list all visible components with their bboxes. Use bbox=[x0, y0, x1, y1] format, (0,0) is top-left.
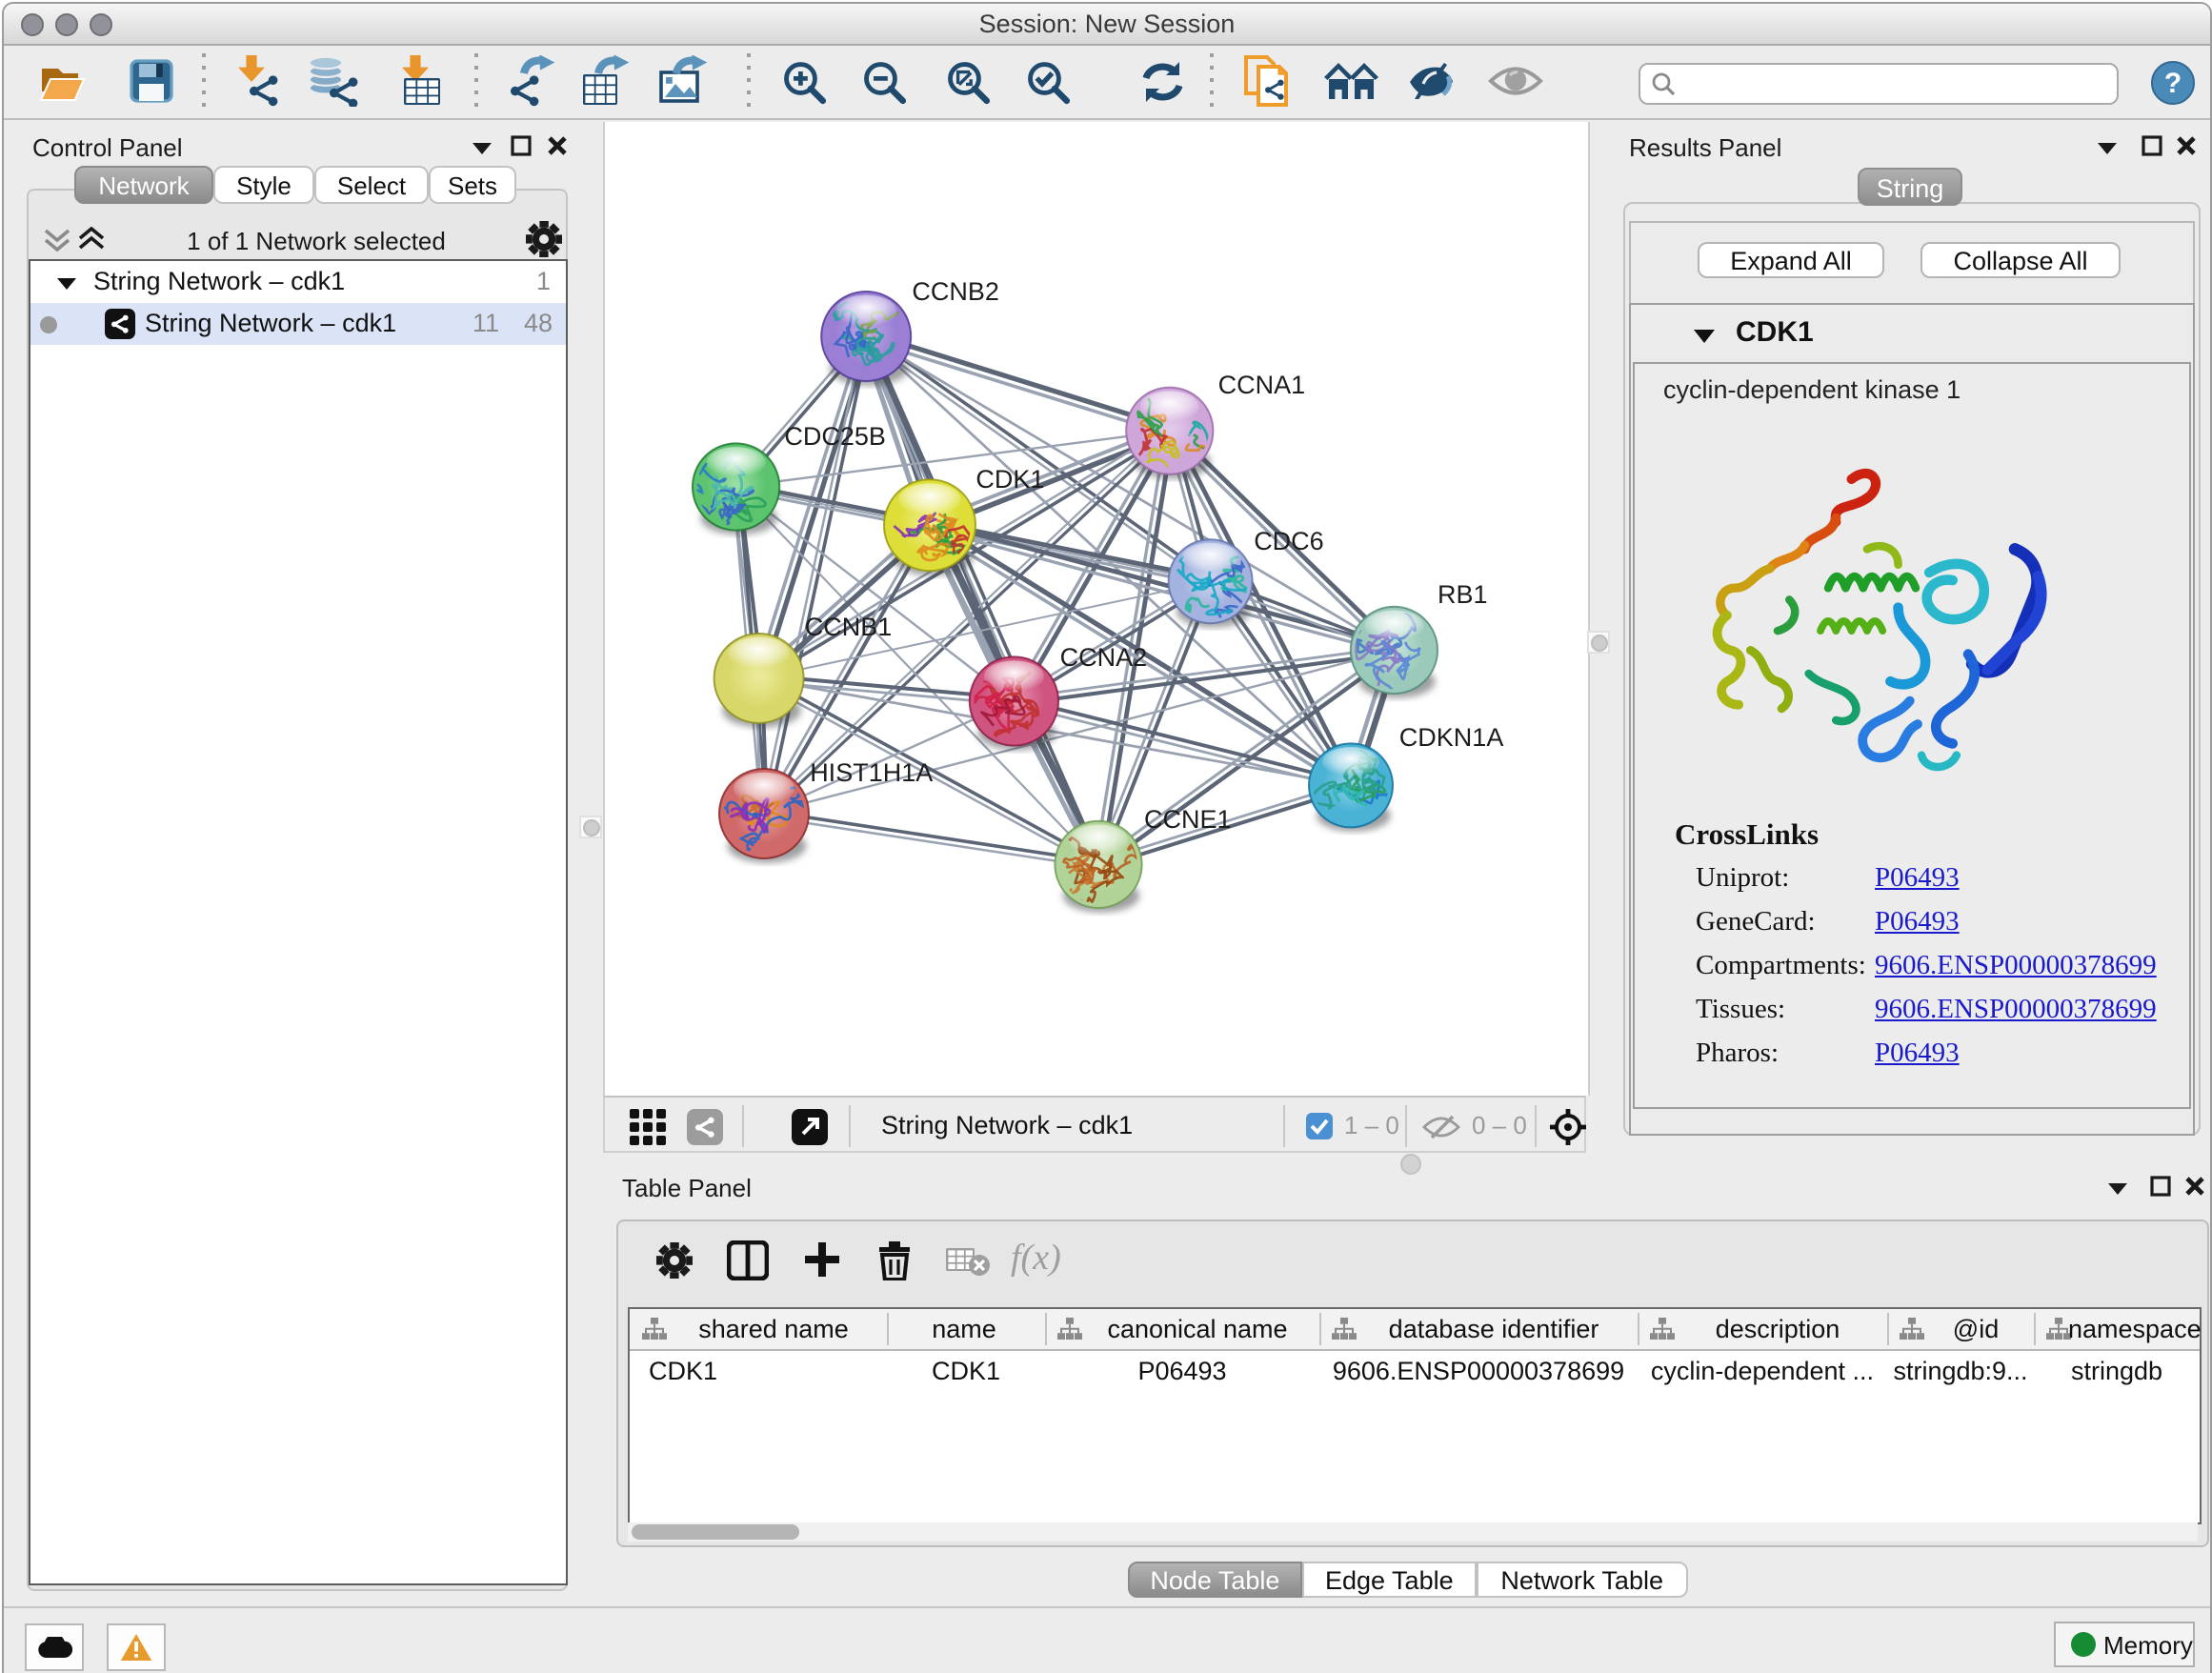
svg-text:CCNE1: CCNE1 bbox=[1144, 805, 1232, 834]
svg-text:CDC6: CDC6 bbox=[1254, 527, 1324, 555]
svg-text:CDC25B: CDC25B bbox=[784, 422, 886, 451]
svg-text:?: ? bbox=[2164, 68, 2182, 99]
svg-text:CDK1: CDK1 bbox=[975, 465, 1044, 494]
svg-text:CDKN1A: CDKN1A bbox=[1399, 723, 1504, 752]
svg-text:CCNB1: CCNB1 bbox=[805, 613, 893, 641]
svg-text:HIST1H1A: HIST1H1A bbox=[810, 758, 933, 787]
svg-text:CCNB2: CCNB2 bbox=[912, 277, 999, 306]
svg-text:CCNA2: CCNA2 bbox=[1060, 643, 1148, 672]
svg-text:CCNA1: CCNA1 bbox=[1218, 371, 1306, 399]
svg-text:RB1: RB1 bbox=[1438, 580, 1488, 609]
